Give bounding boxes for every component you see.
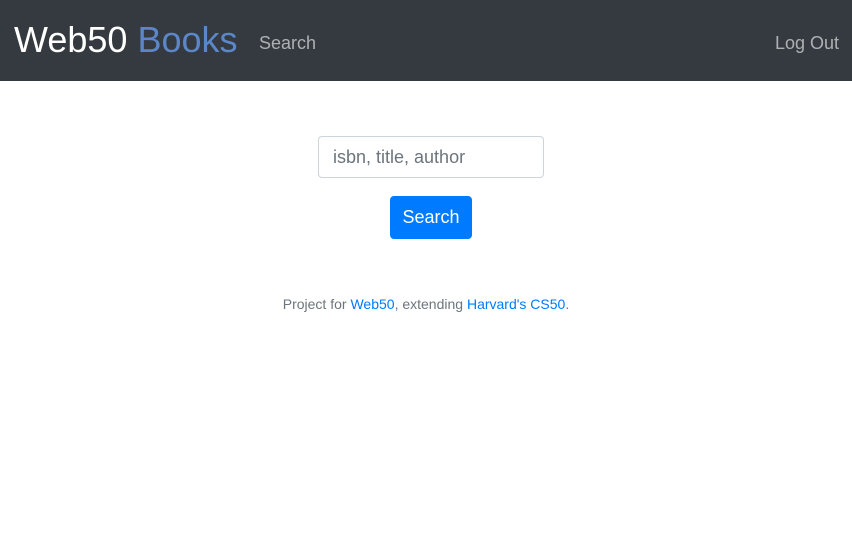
nav-logout-link[interactable]: Log Out: [775, 31, 839, 55]
footer-suffix-text: .: [565, 296, 570, 312]
footer-prefix-text: Project for: [282, 296, 351, 312]
brand-accent-text: Books: [137, 19, 238, 60]
search-input[interactable]: [318, 136, 544, 178]
brand-logo[interactable]: Web50 Books: [14, 18, 238, 62]
footer: Project for Web50, extending Harvard's C…: [0, 295, 852, 313]
search-button[interactable]: Search: [390, 196, 472, 239]
top-navbar: Web50 Books Search Log Out: [0, 0, 852, 81]
footer-web50-link[interactable]: Web50: [350, 296, 394, 312]
brand-primary-text: Web50: [14, 19, 128, 60]
footer-middle-text: , extending: [394, 296, 467, 312]
nav-search-link[interactable]: Search: [259, 31, 316, 55]
footer-cs50-link[interactable]: Harvard's CS50: [467, 296, 565, 312]
